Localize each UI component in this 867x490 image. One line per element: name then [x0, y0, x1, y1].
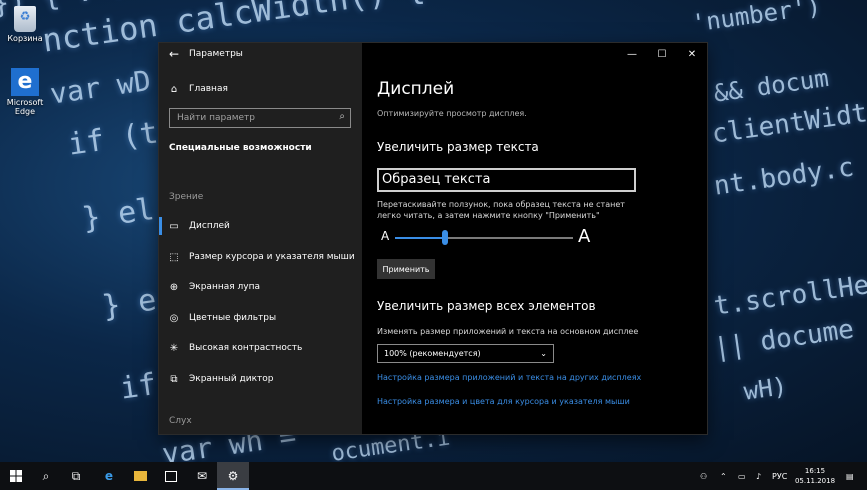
settings-search-input[interactable] — [170, 109, 337, 127]
nav-home-label: Главная — [189, 84, 228, 94]
wallpaper-code-line: if (t — [66, 115, 161, 163]
taskbar-settings-button[interactable]: ⚙ — [217, 462, 249, 490]
tray-language[interactable]: РУС — [772, 462, 787, 490]
text-size-hint: Перетаскивайте ползунок, пока образец те… — [377, 200, 625, 220]
wallpaper-code-line: t.scrollHe — [712, 270, 867, 322]
contrast-icon: ✳ — [169, 342, 179, 354]
clock-date: 05.11.2018 — [794, 477, 836, 485]
wallpaper-code-line: var wD — [48, 63, 153, 111]
back-arrow-icon[interactable]: ← — [159, 47, 189, 61]
minimize-button[interactable]: — — [617, 43, 647, 65]
taskbar-clock[interactable]: 16:15 05.11.2018 — [790, 466, 840, 486]
search-icon[interactable]: ⌕ — [339, 111, 345, 122]
scale-dropdown[interactable]: 100% (рекомендуется) ⌄ — [377, 344, 554, 363]
nav-section-hearing: Слух — [169, 416, 192, 426]
scale-dropdown-value: 100% (рекомендуется) — [384, 349, 481, 358]
folder-icon — [133, 471, 147, 481]
slider-min-label: A — [381, 229, 390, 243]
action-center-icon[interactable]: ▤ — [846, 462, 854, 490]
slider-max-label: A — [578, 226, 591, 247]
wallpaper-code-line: nt.body.c — [712, 152, 856, 202]
nav-section-vision: Зрение — [169, 192, 204, 202]
settings-content-pane: Дисплей Оптимизируйте просмотр дисплея. … — [362, 43, 707, 434]
nav-item-label: Экранный диктор — [189, 374, 274, 384]
window-titlebar: ← Параметры — ☐ ✕ — [159, 43, 707, 65]
desktop-icon-label: Корзина — [7, 34, 43, 43]
cursor-icon: ⬚ — [169, 251, 179, 263]
store-bag-icon — [165, 470, 177, 482]
color-filter-icon: ◎ — [169, 312, 179, 324]
magnifier-icon: ⊕ — [169, 281, 179, 293]
close-button[interactable]: ✕ — [677, 43, 707, 65]
edge-icon: e — [11, 68, 39, 96]
settings-nav-pane: ⌂ Главная ⌕ Специальные возможности Зрен… — [159, 43, 362, 434]
home-icon: ⌂ — [170, 83, 178, 95]
wallpaper-code-line: && docum — [712, 63, 831, 108]
wallpaper-code-line: } e — [100, 282, 159, 325]
taskbar: ⌕ ⧉ e ✉ ⚙ ⚇ ⌃ ▭ ♪ РУС 16:15 05.11.2018 ▤ — [0, 462, 867, 490]
taskbar-store-button[interactable] — [155, 462, 187, 490]
nav-item-magnifier[interactable]: ⊕ Экранная лупа — [159, 273, 362, 301]
page-title: Дисплей — [377, 79, 455, 99]
taskbar-edge-button[interactable]: e — [93, 462, 125, 490]
edge-icon: e — [104, 469, 114, 483]
nav-item-label: Цветные фильтры — [189, 313, 277, 323]
tray-volume-icon[interactable]: ♪ — [756, 462, 761, 490]
maximize-button[interactable]: ☐ — [647, 43, 677, 65]
narrator-icon: ⧉ — [170, 373, 178, 385]
window-title: Параметры — [189, 49, 243, 59]
nav-item-label: Дисплей — [189, 221, 230, 231]
page-subtitle: Оптимизируйте просмотр дисплея. — [377, 109, 527, 118]
tray-people-icon[interactable]: ⚇ — [700, 462, 707, 490]
desktop-icon-label: Microsoft Edge — [6, 98, 44, 116]
monitor-icon: ▭ — [169, 220, 179, 232]
clock-time: 16:15 — [804, 467, 826, 475]
settings-search-box: ⌕ — [169, 108, 351, 128]
sample-text-preview: Образец текста — [377, 168, 636, 192]
wallpaper-code-line: 'number') — [690, 0, 823, 38]
wallpaper-code-line: || docume — [712, 314, 856, 364]
gear-icon: ⚙ — [227, 469, 239, 483]
nav-item-label: Размер курсора и указателя мыши — [189, 252, 355, 262]
wallpaper-code-line: wH) — [742, 371, 789, 406]
taskbar-explorer-button[interactable] — [124, 462, 156, 490]
tray-network-icon[interactable]: ▭ — [738, 462, 746, 490]
link-cursor-settings[interactable]: Настройка размера и цвета для курсора и … — [377, 397, 630, 406]
nav-item-color-filters[interactable]: ◎ Цветные фильтры — [159, 304, 362, 332]
task-view-icon: ⧉ — [71, 468, 81, 483]
text-size-heading: Увеличить размер текста — [377, 140, 539, 154]
slider-thumb[interactable] — [441, 230, 448, 245]
text-size-slider[interactable] — [395, 230, 573, 245]
mail-icon: ✉ — [196, 469, 208, 483]
nav-item-narrator[interactable]: ⧉ Экранный диктор — [159, 365, 362, 393]
nav-item-cursor-size[interactable]: ⬚ Размер курсора и указателя мыши — [159, 243, 362, 271]
taskbar-mail-button[interactable]: ✉ — [186, 462, 218, 490]
nav-item-display[interactable]: ▭ Дисплей — [159, 212, 362, 240]
task-view-button[interactable]: ⧉ — [60, 462, 92, 490]
wallpaper-code-line: } el — [80, 191, 157, 237]
tray-chevron-up-icon[interactable]: ⌃ — [720, 462, 727, 490]
apply-button[interactable]: Применить — [377, 259, 435, 279]
nav-category-heading: Специальные возможности — [169, 143, 312, 153]
nav-item-high-contrast[interactable]: ✳ Высокая контрастность — [159, 334, 362, 362]
chevron-down-icon: ⌄ — [540, 349, 547, 358]
windows-logo-icon — [10, 470, 22, 482]
scale-label: Изменять размер приложений и текста на о… — [377, 327, 639, 336]
settings-window: ⌂ Главная ⌕ Специальные возможности Зрен… — [159, 43, 707, 434]
scale-heading: Увеличить размер всех элементов — [377, 299, 596, 313]
search-icon: ⌕ — [42, 468, 50, 483]
wallpaper-code-line: clientWidt — [710, 98, 867, 150]
nav-home[interactable]: ⌂ Главная — [159, 75, 362, 103]
start-button[interactable] — [0, 462, 32, 490]
slider-fill — [395, 237, 445, 239]
taskbar-search-button[interactable]: ⌕ — [30, 462, 62, 490]
recycle-bin-icon — [14, 6, 36, 32]
link-other-displays[interactable]: Настройка размера приложений и текста на… — [377, 373, 641, 382]
desktop-icon-recycle-bin[interactable]: Корзина — [0, 6, 50, 43]
desktop-icon-edge[interactable]: e Microsoft Edge — [0, 68, 50, 116]
nav-item-label: Высокая контрастность — [189, 343, 303, 353]
nav-item-label: Экранная лупа — [189, 282, 260, 292]
